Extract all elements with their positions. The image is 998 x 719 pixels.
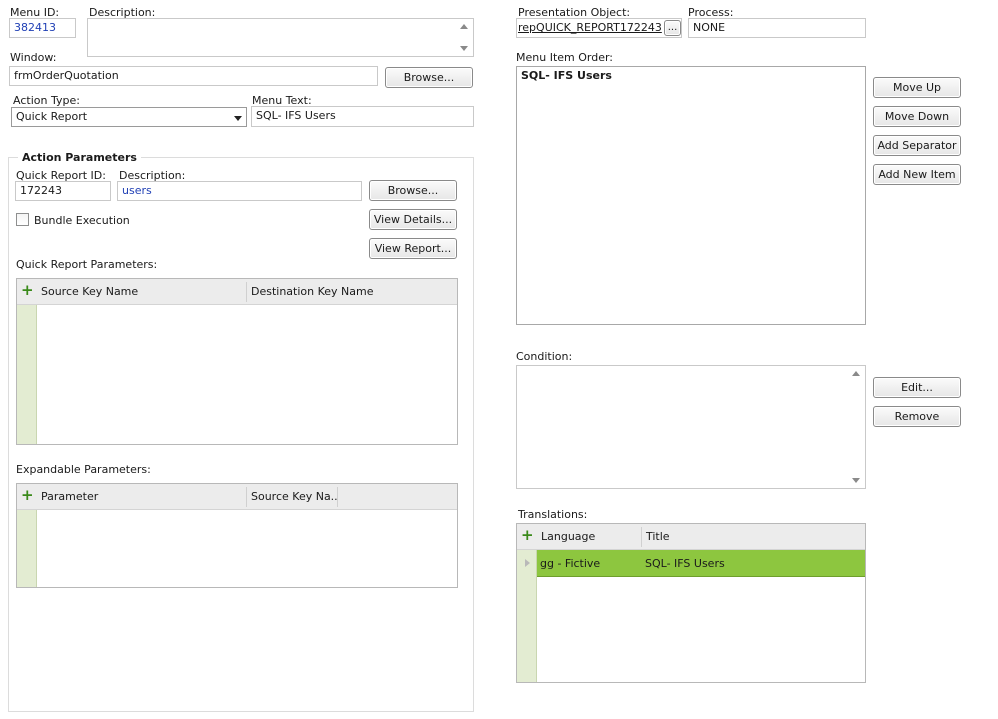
column-parameter[interactable]: Parameter [37, 484, 247, 510]
move-up-button[interactable]: Move Up [873, 77, 961, 98]
condition-remove-button[interactable]: Remove [873, 406, 961, 427]
add-row-plus-icon[interactable]: + [521, 528, 534, 543]
table-row[interactable]: gg - Fictive SQL- IFS Users [537, 550, 865, 577]
action-type-label: Action Type: [13, 94, 80, 107]
menu-id-field[interactable]: 382413 [9, 18, 76, 38]
menu-item-order-label: Menu Item Order: [516, 51, 614, 64]
action-type-value: Quick Report [16, 110, 88, 123]
row-indicator[interactable] [517, 550, 537, 577]
chevron-down-icon[interactable] [234, 116, 242, 121]
description-textarea[interactable] [87, 18, 474, 57]
condition-textarea[interactable] [516, 365, 866, 489]
quick-report-parameters-label: Quick Report Parameters: [16, 258, 158, 271]
move-down-button[interactable]: Move Down [873, 106, 961, 127]
bundle-execution-checkbox[interactable] [16, 213, 29, 226]
grid-header: + Source Key Name Destination Key Name [17, 279, 457, 305]
qr-description-field[interactable]: users [117, 181, 362, 201]
scroll-down-icon[interactable] [460, 46, 468, 51]
translations-label: Translations: [518, 508, 588, 521]
expandable-parameters-grid[interactable]: + Parameter Source Key Na... [16, 483, 458, 588]
add-separator-button[interactable]: Add Separator [873, 135, 961, 156]
action-parameters-title: Action Parameters [18, 151, 141, 164]
menu-item-order-list[interactable]: SQL- IFS Users [516, 66, 866, 325]
expandable-parameters-label: Expandable Parameters: [16, 463, 151, 476]
scroll-up-icon[interactable] [460, 24, 468, 29]
grid-header: + Language Title [517, 524, 865, 550]
quick-report-id-field[interactable]: 172243 [15, 181, 111, 201]
row-gutter [17, 305, 37, 444]
row-gutter [17, 510, 37, 587]
view-report-button[interactable]: View Report... [369, 238, 457, 259]
row-pointer-icon [525, 559, 530, 567]
condition-scrollbar[interactable] [849, 367, 864, 487]
condition-edit-button[interactable]: Edit... [873, 377, 961, 398]
quick-report-parameters-grid[interactable]: + Source Key Name Destination Key Name [16, 278, 458, 445]
process-field[interactable]: NONE [688, 18, 866, 38]
add-new-item-button[interactable]: Add New Item [873, 164, 961, 185]
grid-header: + Parameter Source Key Na... [17, 484, 457, 510]
presentation-object-ellipsis-button[interactable]: ... [664, 20, 681, 36]
language-cell[interactable]: gg - Fictive [540, 550, 600, 577]
window-field[interactable]: frmOrderQuotation [9, 66, 378, 86]
list-item[interactable]: SQL- IFS Users [521, 68, 861, 83]
add-row-plus-icon[interactable]: + [21, 488, 34, 503]
column-source-key-name[interactable]: Source Key Name [37, 279, 247, 305]
window-browse-button[interactable]: Browse... [385, 67, 473, 88]
scroll-up-icon[interactable] [852, 371, 860, 376]
column-destination-key-name[interactable]: Destination Key Name [247, 279, 447, 305]
scroll-down-icon[interactable] [852, 478, 860, 483]
description-scrollbar[interactable] [457, 20, 472, 55]
add-row-plus-icon[interactable]: + [21, 283, 34, 298]
column-title[interactable]: Title [642, 524, 842, 550]
window-label: Window: [10, 51, 57, 64]
menu-text-field[interactable]: SQL- IFS Users [251, 106, 474, 127]
title-cell[interactable]: SQL- IFS Users [645, 550, 725, 577]
view-details-button[interactable]: View Details... [369, 209, 457, 230]
qr-browse-button[interactable]: Browse... [369, 180, 457, 201]
column-language[interactable]: Language [537, 524, 641, 550]
condition-label: Condition: [516, 350, 573, 363]
presentation-object-field[interactable]: repQUICK_REPORT172243 [516, 18, 682, 38]
bundle-execution-label: Bundle Execution [34, 214, 130, 227]
translations-grid[interactable]: + Language Title gg - Fictive SQL- IFS U… [516, 523, 866, 683]
action-type-select[interactable]: Quick Report [11, 107, 247, 127]
column-source-key-name[interactable]: Source Key Na... [247, 484, 337, 510]
